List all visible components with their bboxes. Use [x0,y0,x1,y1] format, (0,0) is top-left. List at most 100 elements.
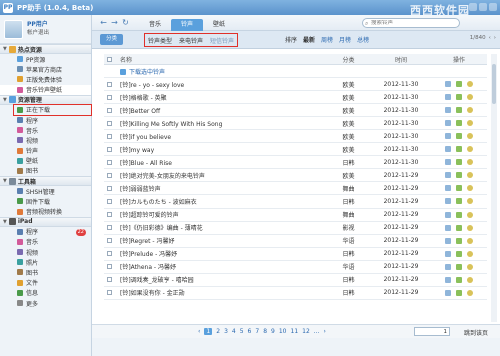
next-page-button[interactable]: › [324,328,326,335]
next-page-icon[interactable]: › [494,35,496,41]
sidebar-item-ipad-video[interactable]: 视频 [0,247,91,257]
sidebar-item-shsh[interactable]: SHSH管理 [0,186,91,196]
install-icon[interactable] [456,120,462,127]
prev-page-button[interactable]: ‹ [198,328,200,335]
row-checkbox[interactable] [106,251,112,257]
sidebar-item-ipad-music[interactable]: 音乐 [0,237,91,247]
play-icon[interactable] [467,263,473,270]
user-name[interactable]: PP用户 [27,21,49,29]
refresh-icon[interactable]: ↻ [120,18,131,27]
row-checkbox[interactable] [106,133,112,139]
download-icon[interactable] [445,120,451,127]
page-link[interactable]: 12 [302,328,310,335]
sort-newest[interactable]: 最新 [303,35,315,44]
logout-link[interactable]: 帐户退出 [27,29,49,37]
row-checkbox[interactable] [106,277,112,283]
prev-page-icon[interactable]: ‹ [489,35,491,41]
download-icon[interactable] [445,276,451,283]
page-number-input[interactable]: 1 [414,327,450,336]
scrollbar[interactable] [491,54,497,322]
tab-music[interactable]: 音乐 [139,19,171,31]
page-link[interactable]: 4 [232,328,236,335]
sidebar-item-ipad-more[interactable]: 更多 [0,298,91,308]
close-button[interactable] [489,3,497,11]
sidebar-item-converter[interactable]: 音频视频转换 [0,206,91,216]
play-icon[interactable] [467,185,473,192]
sidebar-item-music[interactable]: 音乐 [0,125,91,135]
table-row[interactable]: [铃]if you believe 欧美 2012-11-30 [104,130,487,144]
category-button[interactable]: 分类 [100,34,124,45]
install-icon[interactable] [456,159,462,166]
download-icon[interactable] [445,81,451,88]
sidebar-item-books[interactable]: 图书 [0,166,91,176]
row-checkbox[interactable] [106,185,112,191]
header-name[interactable]: 名称 [114,55,326,64]
table-row[interactable]: [铃]《仍旧彩德》编曲 - 薄晴花 影视 2012-11-29 [104,222,487,235]
page-link[interactable]: 7 [255,328,259,335]
table-row[interactable]: [铃]如果没有你 - 金正勋 日韩 2012-11-29 [104,287,487,300]
download-icon[interactable] [445,224,451,231]
download-icon[interactable] [445,263,451,270]
select-all-checkbox[interactable] [106,56,112,62]
row-checkbox[interactable] [106,225,112,231]
table-row[interactable]: [铃]调戏奏_龙破亨 - 嘻哈园 日韩 2012-11-29 [104,274,487,287]
install-icon[interactable] [456,146,462,153]
sidebar-item-ipad-photos[interactable]: 照片 [0,257,91,267]
download-icon[interactable] [445,250,451,257]
search-input[interactable] [371,20,449,26]
play-icon[interactable] [467,276,473,283]
sort-monthly[interactable]: 月榜 [339,35,351,44]
install-icon[interactable] [456,250,462,257]
table-row[interactable]: [铃]绝对完美-女朋友的来电铃声 欧美 2012-11-29 [104,169,487,183]
install-icon[interactable] [456,81,462,88]
install-icon[interactable] [456,263,462,270]
filter-tab-sms[interactable]: 短信铃声 [210,36,234,45]
play-icon[interactable] [467,81,473,88]
section-hot-resources[interactable]: ▼ 热点资源 [0,44,91,54]
sidebar-item-free-trial[interactable]: 正版免费体验 [0,74,91,84]
page-link[interactable]: 11 [291,328,299,335]
section-ipad[interactable]: ▼ iPad [0,216,91,227]
page-link[interactable]: 8 [263,328,267,335]
install-icon[interactable] [456,107,462,114]
sidebar-item-ipad-books[interactable]: 图书 [0,267,91,277]
play-icon[interactable] [467,198,473,205]
page-link[interactable]: 5 [240,328,244,335]
sidebar-item-app-store[interactable]: 苹果官方商店 [0,64,91,74]
install-icon[interactable] [456,133,462,140]
download-icon[interactable] [445,237,451,244]
play-icon[interactable] [467,159,473,166]
sidebar-item-apps[interactable]: 程序 [0,115,91,125]
sidebar-item-wallpapers[interactable]: 壁纸 [0,156,91,166]
table-row[interactable]: [铃]Regret - 冯馨妤 华语 2012-11-29 [104,235,487,248]
row-checkbox[interactable] [106,238,112,244]
install-icon[interactable] [456,172,462,179]
sidebar-item-ringtones[interactable]: 铃声 [0,146,91,156]
tab-ringtones[interactable]: 铃声 [171,18,204,31]
sidebar-item-ipad-files[interactable]: 文件 [0,278,91,288]
sidebar-item-downloading[interactable]: 正在下载 [0,105,91,115]
download-icon[interactable] [445,185,451,192]
download-icon[interactable] [445,146,451,153]
row-checkbox[interactable] [106,107,112,113]
row-checkbox[interactable] [106,159,112,165]
download-selected-link[interactable]: 下载选中铃声 [129,69,165,76]
sidebar-item-pp-resources[interactable]: PP资源 [0,54,91,64]
row-checkbox[interactable] [106,172,112,178]
page-link[interactable]: 10 [279,328,287,335]
table-row[interactable]: [铃]Killing Me Softly With His Song 欧美 2012… [104,117,487,131]
table-row[interactable]: [铃]my way 欧美 2012-11-30 [104,143,487,157]
minimize-button[interactable] [469,3,477,11]
download-icon[interactable] [445,172,451,179]
sort-weekly[interactable]: 周榜 [321,35,333,44]
row-checkbox[interactable] [106,146,112,152]
sidebar-item-ipad-messages[interactable]: 信息 [0,288,91,298]
download-selected-row[interactable]: 下载选中铃声 [104,65,487,79]
download-icon[interactable] [445,133,451,140]
filter-tab-call[interactable]: 来电铃声 [179,36,203,45]
play-icon[interactable] [467,250,473,257]
header-time[interactable]: 时间 [371,55,431,64]
header-category[interactable]: 分类 [326,55,371,64]
filter-tab-type[interactable]: 铃声类型 [148,36,172,45]
install-icon[interactable] [456,198,462,205]
